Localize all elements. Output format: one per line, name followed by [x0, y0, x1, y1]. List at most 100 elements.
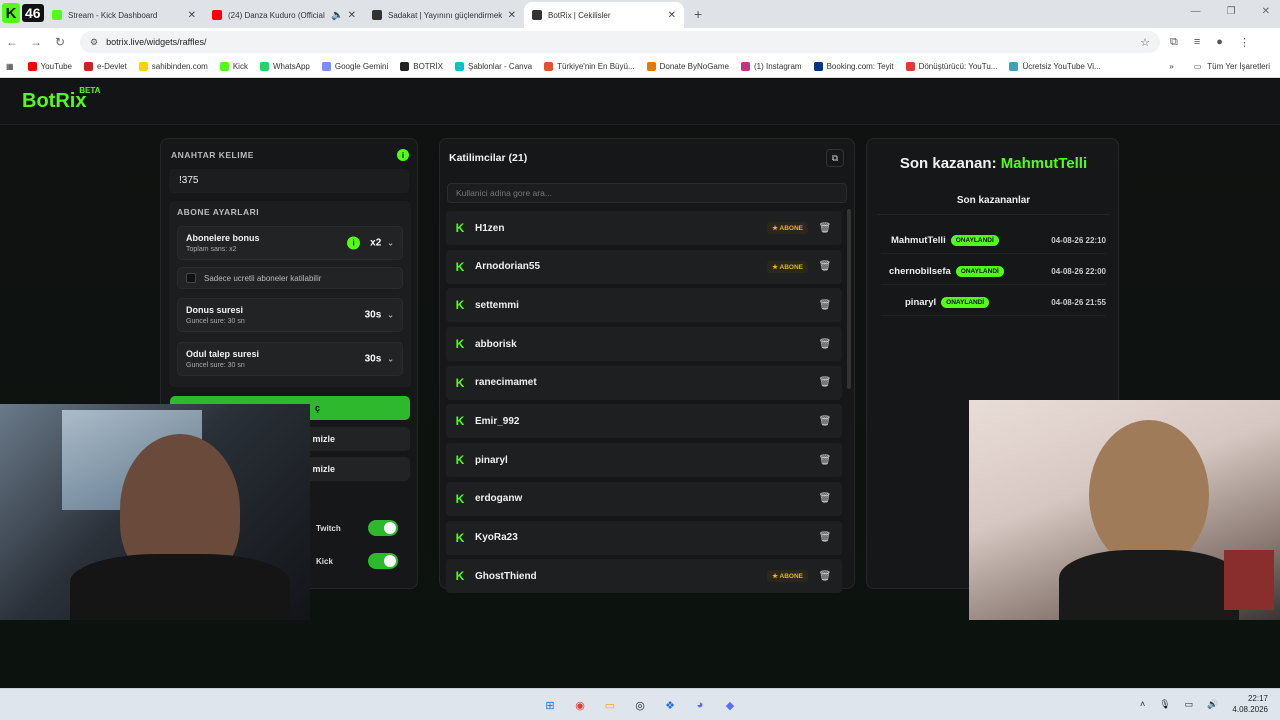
- discord-icon[interactable]: ◕: [690, 695, 710, 715]
- participant-search-input[interactable]: Kullanici adina gore ara...: [447, 183, 847, 203]
- apps-grid-icon[interactable]: ▦: [6, 62, 14, 71]
- trash-icon[interactable]: 🗑: [816, 529, 834, 547]
- bookmark-item[interactable]: Booking.com: Teyit: [813, 62, 894, 71]
- participant-name: erdoganw: [475, 493, 523, 505]
- participants-panel: Katilimcilar (21) ⧉ Kullanici adina gore…: [439, 138, 855, 594]
- reload-icon[interactable]: ↻: [48, 35, 72, 49]
- mute-tab-icon[interactable]: 🔈: [331, 10, 343, 21]
- bookmark-label: Booking.com: Teyit: [826, 62, 894, 71]
- bookmark-item[interactable]: sahibinden.com: [138, 62, 208, 71]
- bookmark-item[interactable]: Dönüştürücü: YouTu...: [905, 62, 998, 71]
- profile-avatar[interactable]: ●: [1216, 36, 1223, 49]
- tab-youtube[interactable]: (24) Danza Kuduro (Official 🔈 ✕: [204, 2, 364, 28]
- close-tab-icon[interactable]: ✕: [348, 10, 356, 21]
- copy-icon[interactable]: ⧉: [826, 149, 844, 167]
- trash-icon[interactable]: 🗑: [816, 490, 834, 508]
- app-icon[interactable]: ◆: [720, 695, 740, 715]
- chevron-down-icon[interactable]: ⌄: [387, 311, 394, 320]
- bookmark-item[interactable]: (1) Instagram: [741, 62, 802, 71]
- bookmark-item[interactable]: Kick: [219, 62, 248, 71]
- bookmark-star-icon[interactable]: ☆: [1140, 36, 1150, 49]
- sub-only-option[interactable]: Sadece ucretli aboneler katilabilir: [177, 267, 403, 289]
- extensions-icon[interactable]: ⧉: [1170, 36, 1178, 49]
- trash-icon[interactable]: 🗑: [816, 258, 834, 276]
- tray-overflow-icon[interactable]: ˄: [1140, 699, 1145, 709]
- list-item[interactable]: Kabborisk 🗑: [446, 327, 842, 362]
- list-item[interactable]: K KyoRa23 🗑: [446, 520, 842, 555]
- list-item[interactable]: Kpinaryl 🗑: [446, 443, 842, 478]
- bookmark-label: e-Devlet: [97, 62, 127, 71]
- info-icon[interactable]: i: [347, 236, 361, 250]
- list-item[interactable]: K Emir_992 🗑: [446, 404, 842, 439]
- bookmark-item[interactable]: Şablonlar - Canva: [455, 62, 532, 71]
- trash-icon[interactable]: 🗑: [816, 374, 834, 392]
- duration-select[interactable]: 30s: [365, 310, 382, 321]
- obs-icon[interactable]: ◎: [630, 695, 650, 715]
- tab-title: Stream - Kick Dashboard: [68, 10, 158, 20]
- sub-only-checkbox[interactable]: [186, 273, 196, 283]
- kick-toggle[interactable]: [368, 553, 398, 569]
- bookmark-item[interactable]: Google Gemini: [321, 62, 388, 71]
- start-menu-icon[interactable]: ⊞: [540, 695, 560, 715]
- close-window-icon[interactable]: ✕: [1262, 6, 1270, 17]
- bookmark-item[interactable]: BOTRİX: [400, 62, 443, 71]
- bookmark-item[interactable]: e-Devlet: [84, 62, 127, 71]
- more-bookmarks-icon[interactable]: »: [1169, 62, 1173, 71]
- volume-icon[interactable]: 🔊: [1207, 699, 1218, 710]
- close-tab-icon[interactable]: ✕: [508, 10, 516, 21]
- list-item[interactable]: Kranecimamet 🗑: [446, 365, 842, 400]
- chevron-down-icon[interactable]: ⌄: [387, 239, 394, 248]
- back-icon[interactable]: ←: [0, 35, 24, 49]
- bookmark-item[interactable]: Ücretsiz YouTube Vi...: [1009, 62, 1101, 71]
- media-controls-icon[interactable]: ≡: [1194, 36, 1200, 49]
- bookmark-label: sahibinden.com: [151, 62, 208, 71]
- menu-icon[interactable]: ⋮: [1239, 36, 1250, 49]
- tab-botrix-raffles[interactable]: BotRix | Cekilisler ✕: [524, 2, 684, 28]
- app-icon[interactable]: ❖: [660, 695, 680, 715]
- list-item[interactable]: K Arnodorian55 ★ ABONE 🗑: [446, 249, 842, 284]
- trash-icon[interactable]: 🗑: [816, 412, 834, 430]
- forward-icon[interactable]: →: [24, 35, 48, 49]
- brand-logo[interactable]: BotRix BETA: [22, 86, 100, 113]
- info-icon[interactable]: i: [397, 149, 409, 161]
- chevron-down-icon[interactable]: ⌄: [387, 355, 394, 364]
- list-item[interactable]: K H1zen ★ ABONE 🗑: [446, 211, 842, 245]
- system-clock[interactable]: 22:17 4.08.2026: [1232, 693, 1268, 715]
- new-tab-button[interactable]: +: [694, 6, 702, 22]
- bookmark-item[interactable]: Türkiye'nin En Büyü...: [544, 62, 635, 71]
- file-explorer-icon[interactable]: ▭: [600, 695, 620, 715]
- kick-favicon-icon: [52, 10, 62, 20]
- participants-scrollbar[interactable]: [847, 209, 851, 389]
- start-raffle-label: ç: [314, 403, 320, 413]
- url-field[interactable]: ⚙ botrix.live/widgets/raffles/ ☆: [80, 31, 1160, 53]
- participant-name: abborisk: [475, 338, 517, 350]
- bookmark-item[interactable]: YouTube: [27, 62, 72, 71]
- trash-icon[interactable]: 🗑: [816, 219, 834, 237]
- twitch-toggle[interactable]: [368, 520, 398, 536]
- webcam-overlay-left: [0, 404, 310, 620]
- trash-icon[interactable]: 🗑: [816, 451, 834, 469]
- restore-icon[interactable]: ❐: [1227, 6, 1236, 17]
- sub-bonus-select[interactable]: x2: [370, 238, 381, 249]
- minimize-icon[interactable]: —: [1191, 6, 1201, 17]
- list-item[interactable]: Ksettemmi 🗑: [446, 288, 842, 323]
- all-bookmarks-link[interactable]: Tüm Yer İşaretleri: [1207, 62, 1270, 71]
- bookmark-item[interactable]: Donate ByNoGame: [646, 62, 729, 71]
- trash-icon[interactable]: 🗑: [816, 335, 834, 353]
- trash-icon[interactable]: 🗑: [816, 296, 834, 314]
- list-item[interactable]: Kerdoganw 🗑: [446, 481, 842, 516]
- close-tab-icon[interactable]: ✕: [188, 10, 196, 21]
- list-item[interactable]: K GhostThiend ★ ABONE 🗑: [446, 559, 842, 594]
- trash-icon[interactable]: 🗑: [816, 567, 834, 585]
- tab-kick-dashboard[interactable]: Stream - Kick Dashboard ✕: [44, 2, 204, 28]
- chrome-icon[interactable]: ◉: [570, 695, 590, 715]
- network-icon[interactable]: ▭: [1185, 699, 1194, 710]
- bookmark-label: Dönüştürücü: YouTu...: [918, 62, 998, 71]
- bookmark-item[interactable]: WhatsApp: [259, 62, 310, 71]
- site-info-icon[interactable]: ⚙: [90, 37, 98, 48]
- microphone-icon[interactable]: 🎙: [1159, 699, 1170, 710]
- keyword-input[interactable]: !375: [169, 169, 409, 193]
- tab-sadakat[interactable]: Sadakat | Yayınını güçlendirmek ✕: [364, 2, 524, 28]
- claim-time-select[interactable]: 30s: [365, 354, 382, 365]
- close-tab-icon[interactable]: ✕: [668, 10, 676, 21]
